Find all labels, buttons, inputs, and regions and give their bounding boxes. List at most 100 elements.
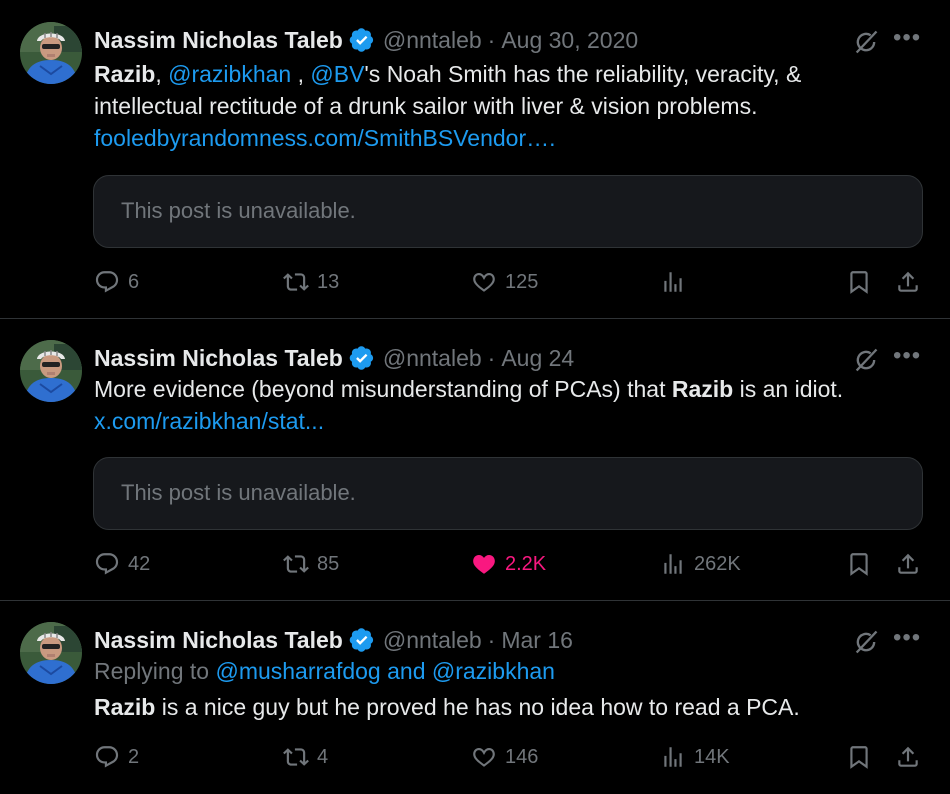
post-date[interactable]: Mar 16 (501, 627, 573, 654)
separator: · (487, 344, 496, 371)
repost-icon (283, 269, 309, 295)
avatar[interactable] (20, 22, 82, 84)
verified-badge-icon (349, 345, 375, 371)
unavailable-text: This post is unavailable. (121, 480, 356, 505)
mention-razibkhan[interactable]: @razibkhan (168, 61, 291, 87)
more-icon[interactable]: ••• (893, 344, 923, 372)
post-text: Replying to @musharrafdog and @razibkhan… (94, 655, 800, 723)
share-button[interactable] (895, 741, 929, 773)
unavailable-text: This post is unavailable. (121, 198, 356, 223)
author-name[interactable]: Nassim Nicholas Taleb (94, 627, 343, 654)
replying-line: Replying to @musharrafdog and @razibkhan (94, 655, 800, 687)
verified-badge-icon (349, 627, 375, 653)
author-handle[interactable]: @nntaleb (383, 27, 482, 54)
post-header: Nassim Nicholas Taleb @nntaleb · Aug 24 (94, 344, 574, 372)
views-button[interactable]: 14K (660, 741, 730, 773)
share-icon (895, 744, 921, 770)
bookmark-icon (846, 551, 872, 577)
bookmark-icon (846, 744, 872, 770)
separator: · (487, 26, 496, 53)
reply-icon (94, 269, 120, 295)
bookmark-icon (846, 269, 872, 295)
verified-badge-icon (349, 27, 375, 53)
like-button[interactable]: 2.2K (471, 548, 546, 580)
avatar[interactable] (20, 340, 82, 402)
action-bar: 42 85 2.2K 262K (0, 548, 950, 580)
repost-count: 13 (317, 270, 340, 293)
post-link[interactable]: x.com/razibkhan/stat... (94, 405, 843, 437)
reply-button[interactable]: 2 (94, 741, 139, 773)
avatar[interactable] (20, 622, 82, 684)
replying-prefix: Replying to (94, 658, 216, 684)
views-button[interactable]: 262K (660, 548, 741, 580)
repost-icon (283, 744, 309, 770)
views-button[interactable] (660, 266, 694, 298)
bold-word: Razib (671, 376, 734, 402)
post-date[interactable]: Aug 24 (501, 345, 574, 372)
reply-icon (94, 551, 120, 577)
views-count: 262K (694, 552, 741, 575)
grok-icon[interactable] (852, 628, 880, 656)
bookmark-button[interactable] (846, 548, 880, 580)
separator: · (487, 626, 496, 653)
reply-count: 2 (128, 745, 140, 768)
text-line-2: intellectual rectitude of a drunk sailor… (94, 93, 758, 119)
repost-button[interactable]: 4 (283, 741, 328, 773)
like-count: 146 (505, 745, 539, 768)
mention-bv[interactable]: @BV (310, 61, 364, 87)
action-bar: 6 13 125 (0, 266, 950, 298)
like-icon (471, 744, 497, 770)
like-filled-icon (471, 551, 497, 577)
bookmark-button[interactable] (846, 266, 880, 298)
bold-word: Razib (94, 694, 156, 720)
text-segment: is a nice guy but he proved he has no id… (155, 694, 800, 720)
post-1[interactable]: Nassim Nicholas Taleb @nntaleb · Aug 30,… (0, 0, 950, 319)
quoted-post[interactable]: This post is unavailable. (93, 457, 923, 530)
quoted-post[interactable]: This post is unavailable. (93, 175, 923, 248)
views-count: 14K (694, 745, 730, 768)
like-icon (471, 269, 497, 295)
text-segment: , (155, 61, 169, 87)
post-text: More evidence (beyond misunderstanding o… (94, 373, 843, 437)
share-button[interactable] (895, 266, 929, 298)
post-3[interactable]: Nassim Nicholas Taleb @nntaleb · Mar 16 … (0, 600, 950, 794)
author-handle[interactable]: @nntaleb (383, 627, 482, 654)
reply-icon (94, 744, 120, 770)
author-name[interactable]: Nassim Nicholas Taleb (94, 27, 343, 54)
text-segment: , (291, 61, 311, 87)
author-handle[interactable]: @nntaleb (383, 345, 482, 372)
bold-word: Razib (94, 61, 156, 87)
views-icon (660, 551, 686, 577)
post-2[interactable]: Nassim Nicholas Taleb @nntaleb · Aug 24 … (0, 318, 950, 601)
replying-to-mentions[interactable]: @musharrafdog and @razibkhan (215, 658, 555, 684)
grok-icon[interactable] (852, 346, 880, 374)
share-button[interactable] (895, 548, 929, 580)
share-icon (895, 551, 921, 577)
text-segment: is an idiot. (733, 376, 844, 402)
like-button[interactable]: 146 (471, 741, 538, 773)
share-icon (895, 269, 921, 295)
action-bar: 2 4 146 14K (0, 741, 950, 773)
text-segment: 's Noah Smith has the reliability, verac… (364, 61, 802, 87)
repost-button[interactable]: 85 (283, 548, 339, 580)
text-segment: More evidence (beyond misunderstanding o… (94, 376, 672, 402)
repost-icon (283, 551, 309, 577)
like-button[interactable]: 125 (471, 266, 538, 298)
more-icon[interactable]: ••• (893, 626, 923, 654)
reply-count: 6 (128, 270, 140, 293)
repost-button[interactable]: 13 (283, 266, 339, 298)
post-link[interactable]: fooledbyrandomness.com/SmithBSVendor…. (94, 122, 801, 154)
reply-button[interactable]: 42 (94, 548, 150, 580)
author-name[interactable]: Nassim Nicholas Taleb (94, 345, 343, 372)
grok-icon[interactable] (852, 28, 880, 56)
more-icon[interactable]: ••• (893, 26, 923, 54)
bookmark-button[interactable] (846, 741, 880, 773)
repost-count: 4 (317, 745, 329, 768)
like-count: 125 (505, 270, 539, 293)
views-icon (660, 744, 686, 770)
post-date[interactable]: Aug 30, 2020 (501, 27, 638, 54)
repost-count: 85 (317, 552, 340, 575)
reply-button[interactable]: 6 (94, 266, 139, 298)
views-icon (660, 269, 686, 295)
reply-count: 42 (128, 552, 151, 575)
